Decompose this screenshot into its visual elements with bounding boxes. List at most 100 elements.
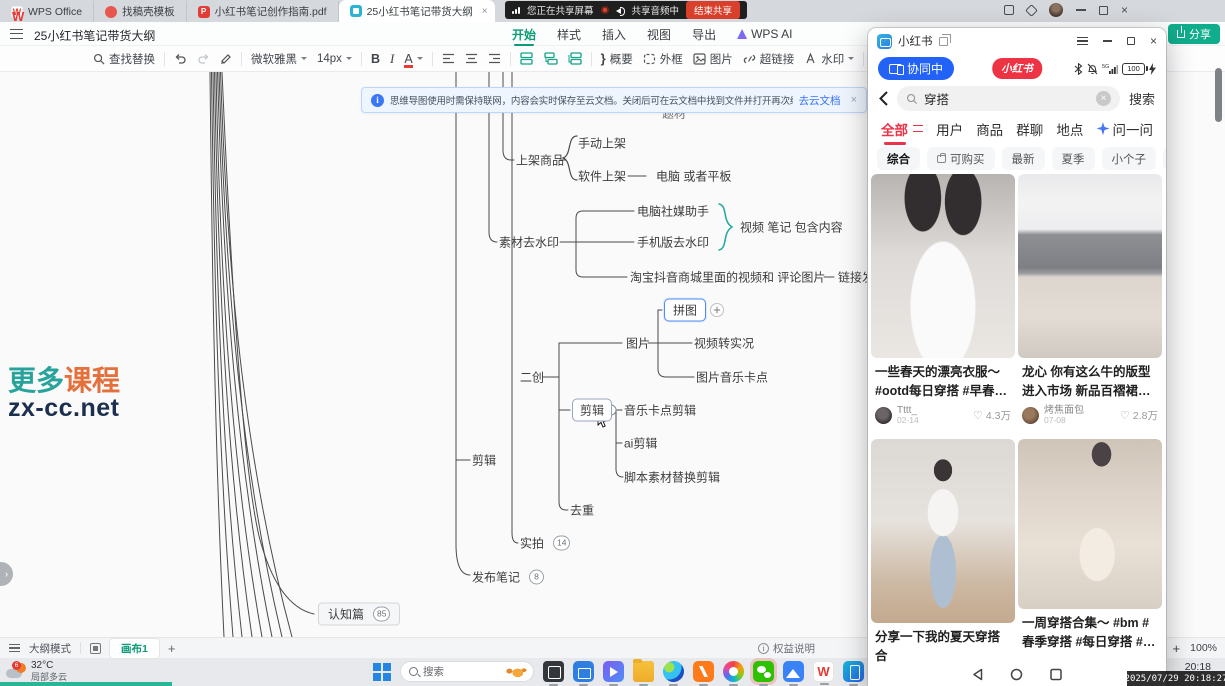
mindmap-node[interactable]: 电脑社媒助手	[637, 203, 709, 220]
taskbar-icon-media-player[interactable]	[603, 661, 624, 682]
mindmap-node[interactable]: 软件上架	[578, 168, 626, 185]
taskbar-icon-phone-link[interactable]	[843, 661, 864, 682]
mindmap-node[interactable]: 电脑 或者平板	[656, 168, 731, 185]
mindmap-node[interactable]: 图片	[626, 335, 650, 352]
mindmap-node[interactable]: 手动上架	[578, 135, 626, 152]
hyperlink-button[interactable]: 超链接	[738, 51, 800, 67]
menu-item[interactable]: 视图	[647, 22, 671, 46]
mindmap-node[interactable]: 二创	[520, 369, 544, 386]
nav-recents-icon[interactable]	[1050, 668, 1062, 681]
filter-chip[interactable]: 夏季	[1052, 147, 1095, 170]
result-tab[interactable]: 地点	[1056, 119, 1083, 139]
taskbar-search[interactable]: 搜索	[400, 661, 534, 682]
result-tab[interactable]: 全部	[881, 119, 923, 139]
menu-item[interactable]: 开始	[512, 22, 536, 46]
window-close-icon[interactable]: ×	[1150, 36, 1157, 46]
mindmap-node[interactable]: 图片音乐卡点	[696, 369, 768, 386]
taskbar-icon-task-view[interactable]	[543, 661, 564, 682]
mindmap-node[interactable]: 认知篇85	[318, 603, 400, 626]
phone-window-titlebar[interactable]: 小红书 ×	[868, 28, 1166, 54]
mindmap-node[interactable]: 视频转实况	[694, 335, 754, 352]
redo-button[interactable]	[192, 53, 215, 65]
mindmap-node[interactable]: 素材去水印	[499, 234, 559, 251]
filter-chip[interactable]: 韩里韩气	[1163, 147, 1166, 170]
browser-tab[interactable]: WPS Office	[0, 1, 94, 22]
menu-item[interactable]: 样式	[557, 22, 581, 46]
mindmap-node[interactable]: 去重	[570, 502, 594, 519]
add-canvas-button[interactable]: +	[168, 641, 176, 656]
window-maximize-icon[interactable]	[1127, 37, 1135, 45]
watermark-button[interactable]: 水印	[799, 51, 859, 67]
banner-close-icon[interactable]: ×	[851, 94, 857, 106]
canvas-scrollbar[interactable]	[1215, 68, 1222, 122]
feed-card[interactable]: 分享一下我的夏天穿搭合	[871, 439, 1015, 667]
result-tab[interactable]: 用户	[936, 119, 963, 139]
browser-tab[interactable]: 找稿壳模板	[94, 1, 187, 22]
mindmap-node[interactable]: 发布笔记8	[472, 569, 544, 586]
browser-tab[interactable]: 小红书笔记创作指南.pdf	[187, 1, 339, 22]
like-count[interactable]: ♡2.8万	[1120, 408, 1158, 423]
result-tab[interactable]: 群聊	[1016, 119, 1043, 139]
taskbar-icon-mountain-app[interactable]	[783, 661, 804, 682]
format-painter-button[interactable]	[215, 53, 237, 65]
go-cloud-docs-link[interactable]: 去云文档	[799, 93, 841, 108]
font-color-button[interactable]: A	[399, 52, 427, 66]
start-button[interactable]	[372, 662, 391, 681]
back-icon[interactable]	[879, 91, 888, 106]
summary-button[interactable]: }概要	[596, 51, 638, 67]
mindmap-node[interactable]: 音乐卡点剪辑	[624, 402, 696, 419]
avatar[interactable]	[1049, 3, 1063, 17]
canvas-tab[interactable]: 画布1	[110, 639, 159, 658]
feed-card[interactable]: 龙心 你有这么牛的版型进入市场 新品百褶裙真的…烤焦面包07-08♡2.8万	[1018, 174, 1162, 432]
feed-card[interactable]: 一周穿搭合集～ #bm #春季穿搭 #每日穿搭 #日…	[1018, 439, 1162, 653]
italic-button[interactable]: I	[385, 51, 399, 67]
tab-close-icon[interactable]: ×	[482, 6, 488, 17]
menu-item[interactable]: WPS AI	[737, 22, 792, 46]
window-minimize-icon[interactable]	[1103, 40, 1112, 41]
add-child-button[interactable]	[711, 304, 724, 317]
mindmap-node[interactable]: 剪辑	[572, 399, 612, 422]
insert-topic-button[interactable]	[515, 52, 539, 65]
frame-button[interactable]: 外框	[638, 51, 688, 67]
insert-subtopic-button[interactable]	[539, 52, 563, 65]
mindmap-node[interactable]: 拼图	[664, 299, 706, 322]
apps-icon[interactable]	[1025, 4, 1038, 17]
font-size-select[interactable]: 14px	[312, 53, 357, 65]
outline-mode-button[interactable]: 大纲模式	[29, 641, 71, 656]
taskbar-icon-folder[interactable]	[633, 661, 654, 682]
search-button[interactable]: 搜索	[1129, 89, 1155, 108]
zoom-level[interactable]: 100%	[1190, 642, 1217, 654]
taskbar-icon-store[interactable]	[573, 661, 594, 682]
align-right-button[interactable]	[483, 53, 506, 64]
mindmap-node[interactable]: 上架商品	[516, 152, 564, 169]
zoom-in-button[interactable]: +	[1173, 641, 1181, 656]
mindmap-node[interactable]: 手机版去水印	[637, 234, 709, 251]
like-count[interactable]: ♡4.3万	[973, 408, 1011, 423]
taskbar-icon-wechat[interactable]	[753, 661, 774, 682]
hamburger-icon[interactable]	[10, 29, 23, 39]
menu-item[interactable]: 导出	[692, 22, 716, 46]
insert-sibling-button[interactable]	[563, 52, 587, 65]
font-family-select[interactable]: 微软雅黑	[246, 51, 312, 67]
taskbar-icon-edge[interactable]	[663, 661, 684, 682]
stop-share-button[interactable]: 结束共享	[686, 1, 740, 19]
mindmap-node[interactable]: ai剪辑	[624, 435, 657, 452]
filter-chip[interactable]: 最新	[1002, 147, 1045, 170]
nav-home-icon[interactable]	[1010, 668, 1023, 681]
align-center-button[interactable]	[460, 53, 483, 64]
search-input[interactable]: 穿搭 ×	[897, 86, 1120, 111]
minimize-icon[interactable]	[1076, 9, 1086, 11]
clear-search-icon[interactable]: ×	[1096, 91, 1111, 106]
result-tab[interactable]: 问一问	[1096, 119, 1153, 139]
browser-tab[interactable]: 25小红书笔记带货大纲×	[339, 0, 495, 22]
filter-chip[interactable]: 综合	[877, 147, 920, 170]
bold-button[interactable]: B	[366, 52, 385, 66]
share-button[interactable]: 分享	[1168, 24, 1220, 44]
collab-mode-button[interactable]: 协同中	[878, 57, 954, 80]
mindmap-node[interactable]: 实拍14	[520, 535, 570, 552]
rights-info[interactable]: i权益说明	[758, 641, 815, 656]
find-replace-button[interactable]: 查找替换	[88, 51, 160, 67]
nav-back-icon[interactable]	[972, 668, 983, 681]
feed-card[interactable]: 一些春天的漂亮衣服～ #ootd每日穿搭 #早春…Tttt_02-14♡4.3万	[871, 174, 1015, 432]
mindmap-node[interactable]: 淘宝抖音商城里面的视频和 评论图片	[630, 269, 825, 286]
